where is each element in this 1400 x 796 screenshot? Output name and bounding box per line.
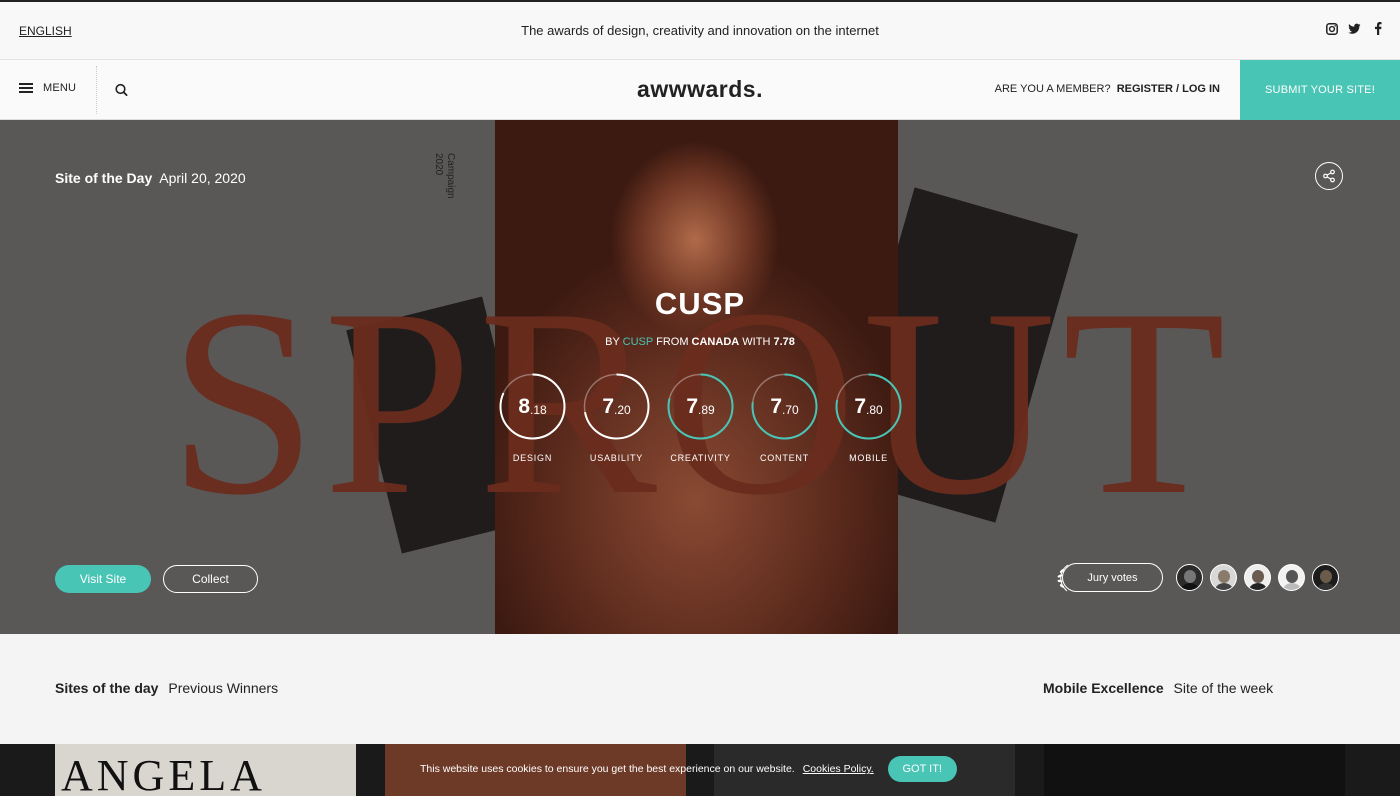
member-prompt: ARE YOU A MEMBER? REGISTER / LOG IN bbox=[995, 83, 1220, 95]
visit-site-button[interactable]: Visit Site bbox=[55, 565, 151, 593]
facebook-icon[interactable] bbox=[1371, 22, 1384, 35]
collect-button[interactable]: Collect bbox=[163, 565, 258, 593]
score-int: 7 bbox=[854, 394, 866, 418]
score-dec: .20 bbox=[614, 402, 631, 417]
jury-avatars bbox=[1176, 564, 1339, 591]
campaign-label: Campaign 2020 bbox=[432, 153, 456, 199]
by-prefix: BY bbox=[605, 336, 620, 348]
score-ring: 7.80 bbox=[835, 373, 902, 440]
thumbnail-card[interactable] bbox=[1044, 744, 1345, 796]
top-bar: ENGLISH The awards of design, creativity… bbox=[0, 0, 1400, 60]
score-circles: 8.18 DESIGN 7.20 USABILITY 7.89 CREATIVI… bbox=[499, 373, 902, 463]
score-creativity: 7.89 CREATIVITY bbox=[667, 373, 734, 463]
campaign-year: 2020 bbox=[433, 153, 444, 176]
site-title: CUSP bbox=[654, 286, 746, 321]
score-usability: 7.20 USABILITY bbox=[583, 373, 650, 463]
juror-avatar[interactable] bbox=[1244, 564, 1271, 591]
score-int: 8 bbox=[518, 394, 530, 418]
mobile-excellence-heading: Mobile Excellence Site of the week bbox=[1043, 680, 1273, 696]
with-prefix: WITH bbox=[742, 336, 771, 348]
score-ring: 7.89 bbox=[667, 373, 734, 440]
author-link[interactable]: CUSP bbox=[623, 336, 653, 348]
share-button[interactable] bbox=[1315, 162, 1343, 190]
score-design: 8.18 DESIGN bbox=[499, 373, 566, 463]
twitter-icon[interactable] bbox=[1348, 22, 1361, 35]
cookies-policy-link[interactable]: Cookies Policy. bbox=[803, 763, 874, 775]
juror-avatar[interactable] bbox=[1210, 564, 1237, 591]
juror-avatar[interactable] bbox=[1176, 564, 1203, 591]
score-content: 7.70 CONTENT bbox=[751, 373, 818, 463]
score-label: MOBILE bbox=[849, 453, 888, 463]
juror-avatar[interactable] bbox=[1278, 564, 1305, 591]
thumbnail-title: ANGELA bbox=[61, 751, 266, 796]
from-prefix: FROM bbox=[656, 336, 689, 348]
score-label: DESIGN bbox=[512, 453, 553, 463]
score-label: CREATIVITY bbox=[670, 453, 731, 463]
score-ring: 7.20 bbox=[583, 373, 650, 440]
score-int: 7 bbox=[602, 394, 614, 418]
score-dec: .18 bbox=[530, 402, 547, 417]
mobile-excellence-title[interactable]: Mobile Excellence bbox=[1043, 680, 1164, 696]
country: CANADA bbox=[691, 336, 740, 348]
cookie-text: This website uses cookies to ensure you … bbox=[420, 763, 795, 775]
juror-avatar[interactable] bbox=[1312, 564, 1339, 591]
register-login-link[interactable]: REGISTER / LOG IN bbox=[1117, 83, 1220, 95]
jury-votes-button[interactable]: Jury votes bbox=[1062, 563, 1163, 592]
sites-of-the-day-title[interactable]: Sites of the day bbox=[55, 680, 158, 696]
score-dec: .89 bbox=[698, 402, 715, 417]
sites-of-the-day-heading: Sites of the day Previous Winners bbox=[55, 680, 278, 696]
member-question: ARE YOU A MEMBER? bbox=[994, 83, 1111, 95]
cookie-accept-button[interactable]: GOT IT! bbox=[887, 756, 957, 782]
submit-site-button[interactable]: SUBMIT YOUR SITE! bbox=[1240, 60, 1400, 120]
cookie-notice: This website uses cookies to ensure you … bbox=[420, 756, 980, 782]
campaign-text: Campaign bbox=[445, 153, 456, 199]
by-line: BY CUSP FROM CANADA WITH 7.78 bbox=[0, 336, 1400, 348]
overall-score: 7.78 bbox=[773, 336, 795, 348]
score-label: CONTENT bbox=[759, 453, 810, 463]
main-nav: MENU awwwards. ARE YOU A MEMBER? REGISTE… bbox=[0, 60, 1400, 120]
social-links bbox=[1325, 22, 1384, 35]
score-label: USABILITY bbox=[589, 453, 644, 463]
score-ring: 7.70 bbox=[751, 373, 818, 440]
sotd-heading: Site of the Day April 20, 2020 bbox=[55, 170, 246, 186]
score-int: 7 bbox=[770, 394, 782, 418]
score-ring: 8.18 bbox=[499, 373, 566, 440]
share-icon bbox=[1323, 169, 1335, 183]
thumbnail-card[interactable]: ANGELA bbox=[55, 744, 356, 796]
score-int: 7 bbox=[686, 394, 698, 418]
site-of-the-day-hero: SPROUT Campaign 2020 Site of the Day Apr… bbox=[0, 120, 1400, 634]
tagline: The awards of design, creativity and inn… bbox=[521, 23, 879, 38]
score-mobile: 7.80 MOBILE bbox=[835, 373, 902, 463]
site-of-the-week-link[interactable]: Site of the week bbox=[1174, 680, 1274, 696]
sotd-date: April 20, 2020 bbox=[159, 170, 246, 186]
score-dec: .70 bbox=[782, 402, 799, 417]
sotd-label: Site of the Day bbox=[55, 170, 153, 186]
instagram-icon[interactable] bbox=[1325, 22, 1338, 35]
score-dec: .80 bbox=[866, 402, 883, 417]
site-lists-header: Sites of the day Previous Winners Mobile… bbox=[0, 634, 1400, 744]
previous-winners-link[interactable]: Previous Winners bbox=[168, 680, 278, 696]
